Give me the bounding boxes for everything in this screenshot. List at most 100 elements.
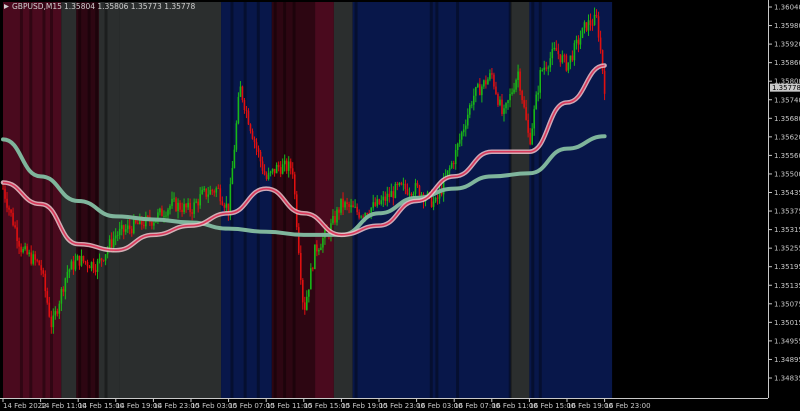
candle-body-159 [322,238,324,248]
candle-body-47 [96,261,99,272]
candle-body-135 [273,168,276,174]
candle-body-236 [477,84,479,88]
candle-body-113 [229,184,232,215]
candle-body-86 [175,198,177,212]
candle-body-91 [185,203,187,208]
candle-body-145 [293,174,296,195]
candle-body-175 [354,206,356,208]
candle-body-23 [48,302,51,317]
candle-body-185 [374,202,377,206]
candle-body-244 [493,74,495,87]
candle-body-0 [2,188,4,190]
candle-body-124 [251,131,254,139]
candle-body-234 [473,95,475,105]
candle-body-97 [197,201,199,206]
candle-body-29 [60,289,63,304]
price-label-11: 1.35375 [774,208,800,216]
candle-body-202 [408,193,411,195]
candle-body-192 [388,193,391,198]
candle-body-149 [301,279,304,303]
candle-body-279 [563,55,566,57]
candle-body-54 [110,239,113,247]
candle-body-18 [38,260,41,266]
candle-body-13 [28,252,30,254]
candle-body-272 [549,58,552,68]
candle-body-248 [501,99,503,114]
candle-body-49 [100,258,103,261]
candle-body-46 [94,269,97,272]
candle-body-263 [531,128,533,145]
candle-body-253 [511,92,513,94]
candle-body-119 [241,86,244,100]
candle-body-235 [475,87,477,96]
candle-body-139 [281,164,284,174]
price-label-0: 1.36040 [774,4,800,12]
candle-body-154 [312,268,314,270]
candle-body-288 [581,27,584,38]
candle-body-277 [559,54,562,63]
candle-body-108 [219,188,222,202]
candle-body-3 [8,207,10,210]
candle-body-117 [237,96,240,124]
candle-body-141 [285,160,288,171]
candle-body-165 [334,215,336,223]
candle-body-120 [243,99,246,111]
candle-body-123 [249,124,252,132]
candle-body-114 [231,168,234,185]
candle-body-51 [104,254,107,261]
candle-body-287 [579,37,582,45]
candle-body-126 [255,142,258,149]
candle-body-12 [26,246,28,254]
price-label-19: 1.34895 [774,356,800,364]
price-label-15: 1.35135 [774,282,800,290]
candle-body-50 [102,260,105,261]
candle-body-105 [213,191,216,193]
candle-body-262 [529,132,531,145]
candle-body-25 [52,315,55,328]
candle-body-70 [143,224,145,227]
candle-body-214 [432,201,435,207]
candle-body-38 [78,255,81,266]
candle-body-223 [450,163,453,168]
candle-body-158 [320,247,322,251]
candle-body-82 [167,209,169,216]
zone-stripe-20 [538,2,542,398]
candle-body-118 [239,86,242,97]
candle-body-4 [10,209,12,213]
candle-body-268 [541,70,544,71]
candle-body-57 [116,235,119,236]
candle-body-36 [74,260,77,270]
candle-body-95 [193,202,195,214]
candle-body-136 [275,164,278,174]
candle-body-55 [112,238,115,247]
candle-body-74 [151,221,153,226]
candle-body-27 [56,311,59,314]
candle-body-264 [533,109,535,129]
candle-body-94 [191,212,193,214]
candle-body-41 [84,261,87,263]
candle-body-216 [436,197,439,199]
candle-body-64 [130,228,133,234]
candle-body-150 [304,302,306,310]
candle-body-225 [454,150,457,165]
candle-body-44 [90,262,93,269]
candle-body-189 [382,196,385,201]
candle-body-151 [306,296,308,310]
candle-body-67 [137,222,139,225]
candle-body-24 [50,316,53,328]
candle-body-11 [24,246,26,249]
candle-body-196 [396,183,399,186]
trading-chart[interactable]: GBPUSD,M15 1.35804 1.35806 1.35773 1.357… [0,0,800,411]
candle-body-242 [489,73,491,80]
candle-body-176 [356,206,358,213]
chart-canvas[interactable]: GBPUSD,M15 1.35804 1.35806 1.35773 1.357… [0,0,800,411]
candle-body-173 [350,205,352,207]
time-label-16: 16 Feb 23:00 [605,402,651,410]
candle-body-284 [573,43,576,61]
zone-stripe-18 [508,2,512,398]
candle-body-290 [585,22,588,31]
candle-body-283 [571,55,574,61]
candle-body-140 [283,160,286,165]
candle-body-106 [215,188,218,193]
candle-body-254 [513,89,515,93]
